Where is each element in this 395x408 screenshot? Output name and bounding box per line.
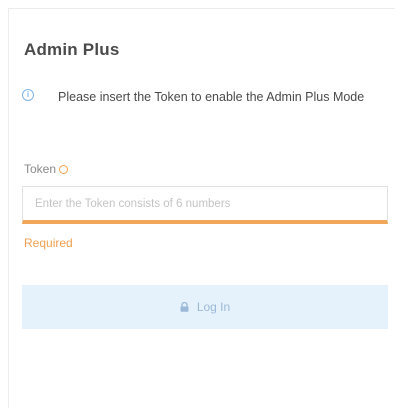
login-button[interactable]: Log In <box>22 285 388 329</box>
lock-icon <box>180 302 189 312</box>
login-button-label: Log In <box>196 300 231 314</box>
token-label: Token <box>24 162 69 176</box>
info-text: Please insert the Token to enable the Ad… <box>58 90 365 104</box>
panel-title: Admin Plus <box>24 40 120 59</box>
token-label-text: Token <box>24 162 57 176</box>
info-circle-icon: i <box>22 89 34 101</box>
token-input[interactable] <box>22 186 388 224</box>
required-error: Required <box>24 236 73 250</box>
required-circle-icon <box>59 165 69 174</box>
